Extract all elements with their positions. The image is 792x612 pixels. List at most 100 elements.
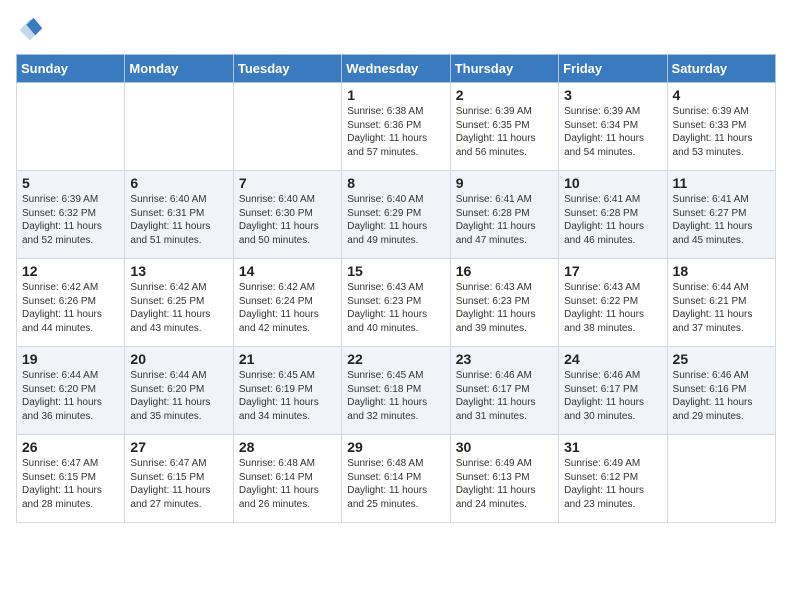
calendar-week-row: 19 Sunrise: 6:44 AM Sunset: 6:20 PM Dayli… — [17, 347, 776, 435]
calendar-cell: 27Sunrise: 6:47 AM Sunset: 6:15 PM Dayli… — [125, 435, 233, 523]
day-info: Sunrise: 6:39 AM Sunset: 6:33 PM Dayligh… — [673, 105, 770, 159]
day-number: 19 — [22, 351, 119, 367]
weekday-header-monday: Monday — [125, 55, 233, 83]
calendar-cell: 7 Sunrise: 6:40 AM Sunset: 6:30 PM Daylig… — [233, 171, 341, 259]
day-number: 29 — [347, 439, 444, 455]
calendar-cell: 15Sunrise: 6:43 AM Sunset: 6:23 PM Dayli… — [342, 259, 450, 347]
day-info: Sunrise: 6:49 AM Sunset: 6:12 PM Dayligh… — [564, 457, 661, 511]
day-number: 30 — [456, 439, 553, 455]
day-info: Sunrise: 6:38 AM Sunset: 6:36 PM Dayligh… — [347, 105, 444, 159]
day-number: 13 — [130, 263, 227, 279]
calendar-week-row: 5 Sunrise: 6:39 AM Sunset: 6:32 PM Daylig… — [17, 171, 776, 259]
day-number: 22 — [347, 351, 444, 367]
day-number: 23 — [456, 351, 553, 367]
calendar-cell: 11 Sunrise: 6:41 AM Sunset: 6:27 PM Dayli… — [667, 171, 775, 259]
calendar-cell: 5 Sunrise: 6:39 AM Sunset: 6:32 PM Daylig… — [17, 171, 125, 259]
day-number: 21 — [239, 351, 336, 367]
calendar-cell — [17, 83, 125, 171]
day-number: 20 — [130, 351, 227, 367]
calendar-week-row: 12Sunrise: 6:42 AM Sunset: 6:26 PM Dayli… — [17, 259, 776, 347]
day-info: Sunrise: 6:46 AM Sunset: 6:16 PM Dayligh… — [673, 369, 770, 423]
day-info: Sunrise: 6:41 AM Sunset: 6:27 PM Dayligh… — [673, 193, 770, 247]
calendar-cell: 14 Sunrise: 6:42 AM Sunset: 6:24 PM Dayli… — [233, 259, 341, 347]
calendar-cell: 8Sunrise: 6:40 AM Sunset: 6:29 PM Daylig… — [342, 171, 450, 259]
calendar-cell: 3 Sunrise: 6:39 AM Sunset: 6:34 PM Daylig… — [559, 83, 667, 171]
calendar-cell — [667, 435, 775, 523]
calendar-cell: 17Sunrise: 6:43 AM Sunset: 6:22 PM Dayli… — [559, 259, 667, 347]
logo — [16, 16, 48, 44]
calendar-cell: 29 Sunrise: 6:48 AM Sunset: 6:14 PM Dayli… — [342, 435, 450, 523]
day-number: 16 — [456, 263, 553, 279]
calendar-cell: 18 Sunrise: 6:44 AM Sunset: 6:21 PM Dayli… — [667, 259, 775, 347]
day-number: 3 — [564, 87, 661, 103]
weekday-header-friday: Friday — [559, 55, 667, 83]
day-info: Sunrise: 6:48 AM Sunset: 6:14 PM Dayligh… — [239, 457, 336, 511]
calendar-week-row: 26 Sunrise: 6:47 AM Sunset: 6:15 PM Dayli… — [17, 435, 776, 523]
logo-icon — [16, 16, 44, 44]
weekday-header-saturday: Saturday — [667, 55, 775, 83]
calendar-cell: 23 Sunrise: 6:46 AM Sunset: 6:17 PM Dayli… — [450, 347, 558, 435]
calendar-cell: 25 Sunrise: 6:46 AM Sunset: 6:16 PM Dayli… — [667, 347, 775, 435]
calendar-cell: 2 Sunrise: 6:39 AM Sunset: 6:35 PM Daylig… — [450, 83, 558, 171]
day-info: Sunrise: 6:45 AM Sunset: 6:19 PM Dayligh… — [239, 369, 336, 423]
day-info: Sunrise: 6:42 AM Sunset: 6:24 PM Dayligh… — [239, 281, 336, 335]
day-number: 14 — [239, 263, 336, 279]
day-info: Sunrise: 6:45 AM Sunset: 6:18 PM Dayligh… — [347, 369, 444, 423]
calendar-cell: 12Sunrise: 6:42 AM Sunset: 6:26 PM Dayli… — [17, 259, 125, 347]
day-number: 6 — [130, 175, 227, 191]
day-info: Sunrise: 6:44 AM Sunset: 6:20 PM Dayligh… — [130, 369, 227, 423]
day-info: Sunrise: 6:41 AM Sunset: 6:28 PM Dayligh… — [456, 193, 553, 247]
day-info: Sunrise: 6:47 AM Sunset: 6:15 PM Dayligh… — [22, 457, 119, 511]
day-info: Sunrise: 6:47 AM Sunset: 6:15 PM Dayligh… — [130, 457, 227, 511]
calendar-cell: 30Sunrise: 6:49 AM Sunset: 6:13 PM Dayli… — [450, 435, 558, 523]
calendar-cell: 31 Sunrise: 6:49 AM Sunset: 6:12 PM Dayli… — [559, 435, 667, 523]
day-info: Sunrise: 6:46 AM Sunset: 6:17 PM Dayligh… — [456, 369, 553, 423]
day-info: Sunrise: 6:43 AM Sunset: 6:23 PM Dayligh… — [456, 281, 553, 335]
calendar-cell: 10Sunrise: 6:41 AM Sunset: 6:28 PM Dayli… — [559, 171, 667, 259]
day-number: 28 — [239, 439, 336, 455]
calendar-cell — [125, 83, 233, 171]
day-info: Sunrise: 6:48 AM Sunset: 6:14 PM Dayligh… — [347, 457, 444, 511]
day-number: 5 — [22, 175, 119, 191]
weekday-header-tuesday: Tuesday — [233, 55, 341, 83]
calendar-cell — [233, 83, 341, 171]
day-number: 1 — [347, 87, 444, 103]
calendar-cell: 9 Sunrise: 6:41 AM Sunset: 6:28 PM Daylig… — [450, 171, 558, 259]
day-info: Sunrise: 6:40 AM Sunset: 6:30 PM Dayligh… — [239, 193, 336, 247]
calendar-cell: 22 Sunrise: 6:45 AM Sunset: 6:18 PM Dayli… — [342, 347, 450, 435]
calendar-cell: 16 Sunrise: 6:43 AM Sunset: 6:23 PM Dayli… — [450, 259, 558, 347]
day-number: 26 — [22, 439, 119, 455]
calendar-cell: 24Sunrise: 6:46 AM Sunset: 6:17 PM Dayli… — [559, 347, 667, 435]
calendar-cell: 28 Sunrise: 6:48 AM Sunset: 6:14 PM Dayli… — [233, 435, 341, 523]
day-number: 2 — [456, 87, 553, 103]
calendar-cell: 19 Sunrise: 6:44 AM Sunset: 6:20 PM Dayli… — [17, 347, 125, 435]
day-info: Sunrise: 6:46 AM Sunset: 6:17 PM Dayligh… — [564, 369, 661, 423]
calendar-cell: 21 Sunrise: 6:45 AM Sunset: 6:19 PM Dayli… — [233, 347, 341, 435]
calendar-cell: 4 Sunrise: 6:39 AM Sunset: 6:33 PM Daylig… — [667, 83, 775, 171]
day-info: Sunrise: 6:39 AM Sunset: 6:35 PM Dayligh… — [456, 105, 553, 159]
day-number: 11 — [673, 175, 770, 191]
calendar-cell: 26 Sunrise: 6:47 AM Sunset: 6:15 PM Dayli… — [17, 435, 125, 523]
day-info: Sunrise: 6:41 AM Sunset: 6:28 PM Dayligh… — [564, 193, 661, 247]
day-info: Sunrise: 6:43 AM Sunset: 6:22 PM Dayligh… — [564, 281, 661, 335]
day-info: Sunrise: 6:44 AM Sunset: 6:20 PM Dayligh… — [22, 369, 119, 423]
weekday-header-sunday: Sunday — [17, 55, 125, 83]
day-number: 18 — [673, 263, 770, 279]
weekday-header-wednesday: Wednesday — [342, 55, 450, 83]
day-number: 9 — [456, 175, 553, 191]
day-number: 31 — [564, 439, 661, 455]
day-number: 7 — [239, 175, 336, 191]
calendar-cell: 20 Sunrise: 6:44 AM Sunset: 6:20 PM Dayli… — [125, 347, 233, 435]
day-info: Sunrise: 6:39 AM Sunset: 6:34 PM Dayligh… — [564, 105, 661, 159]
day-number: 4 — [673, 87, 770, 103]
calendar-cell: 1 Sunrise: 6:38 AM Sunset: 6:36 PM Daylig… — [342, 83, 450, 171]
day-info: Sunrise: 6:39 AM Sunset: 6:32 PM Dayligh… — [22, 193, 119, 247]
day-number: 15 — [347, 263, 444, 279]
day-info: Sunrise: 6:44 AM Sunset: 6:21 PM Dayligh… — [673, 281, 770, 335]
calendar-cell: 6 Sunrise: 6:40 AM Sunset: 6:31 PM Daylig… — [125, 171, 233, 259]
day-info: Sunrise: 6:40 AM Sunset: 6:31 PM Dayligh… — [130, 193, 227, 247]
day-number: 8 — [347, 175, 444, 191]
weekday-header-thursday: Thursday — [450, 55, 558, 83]
calendar-cell: 13Sunrise: 6:42 AM Sunset: 6:25 PM Dayli… — [125, 259, 233, 347]
day-number: 25 — [673, 351, 770, 367]
